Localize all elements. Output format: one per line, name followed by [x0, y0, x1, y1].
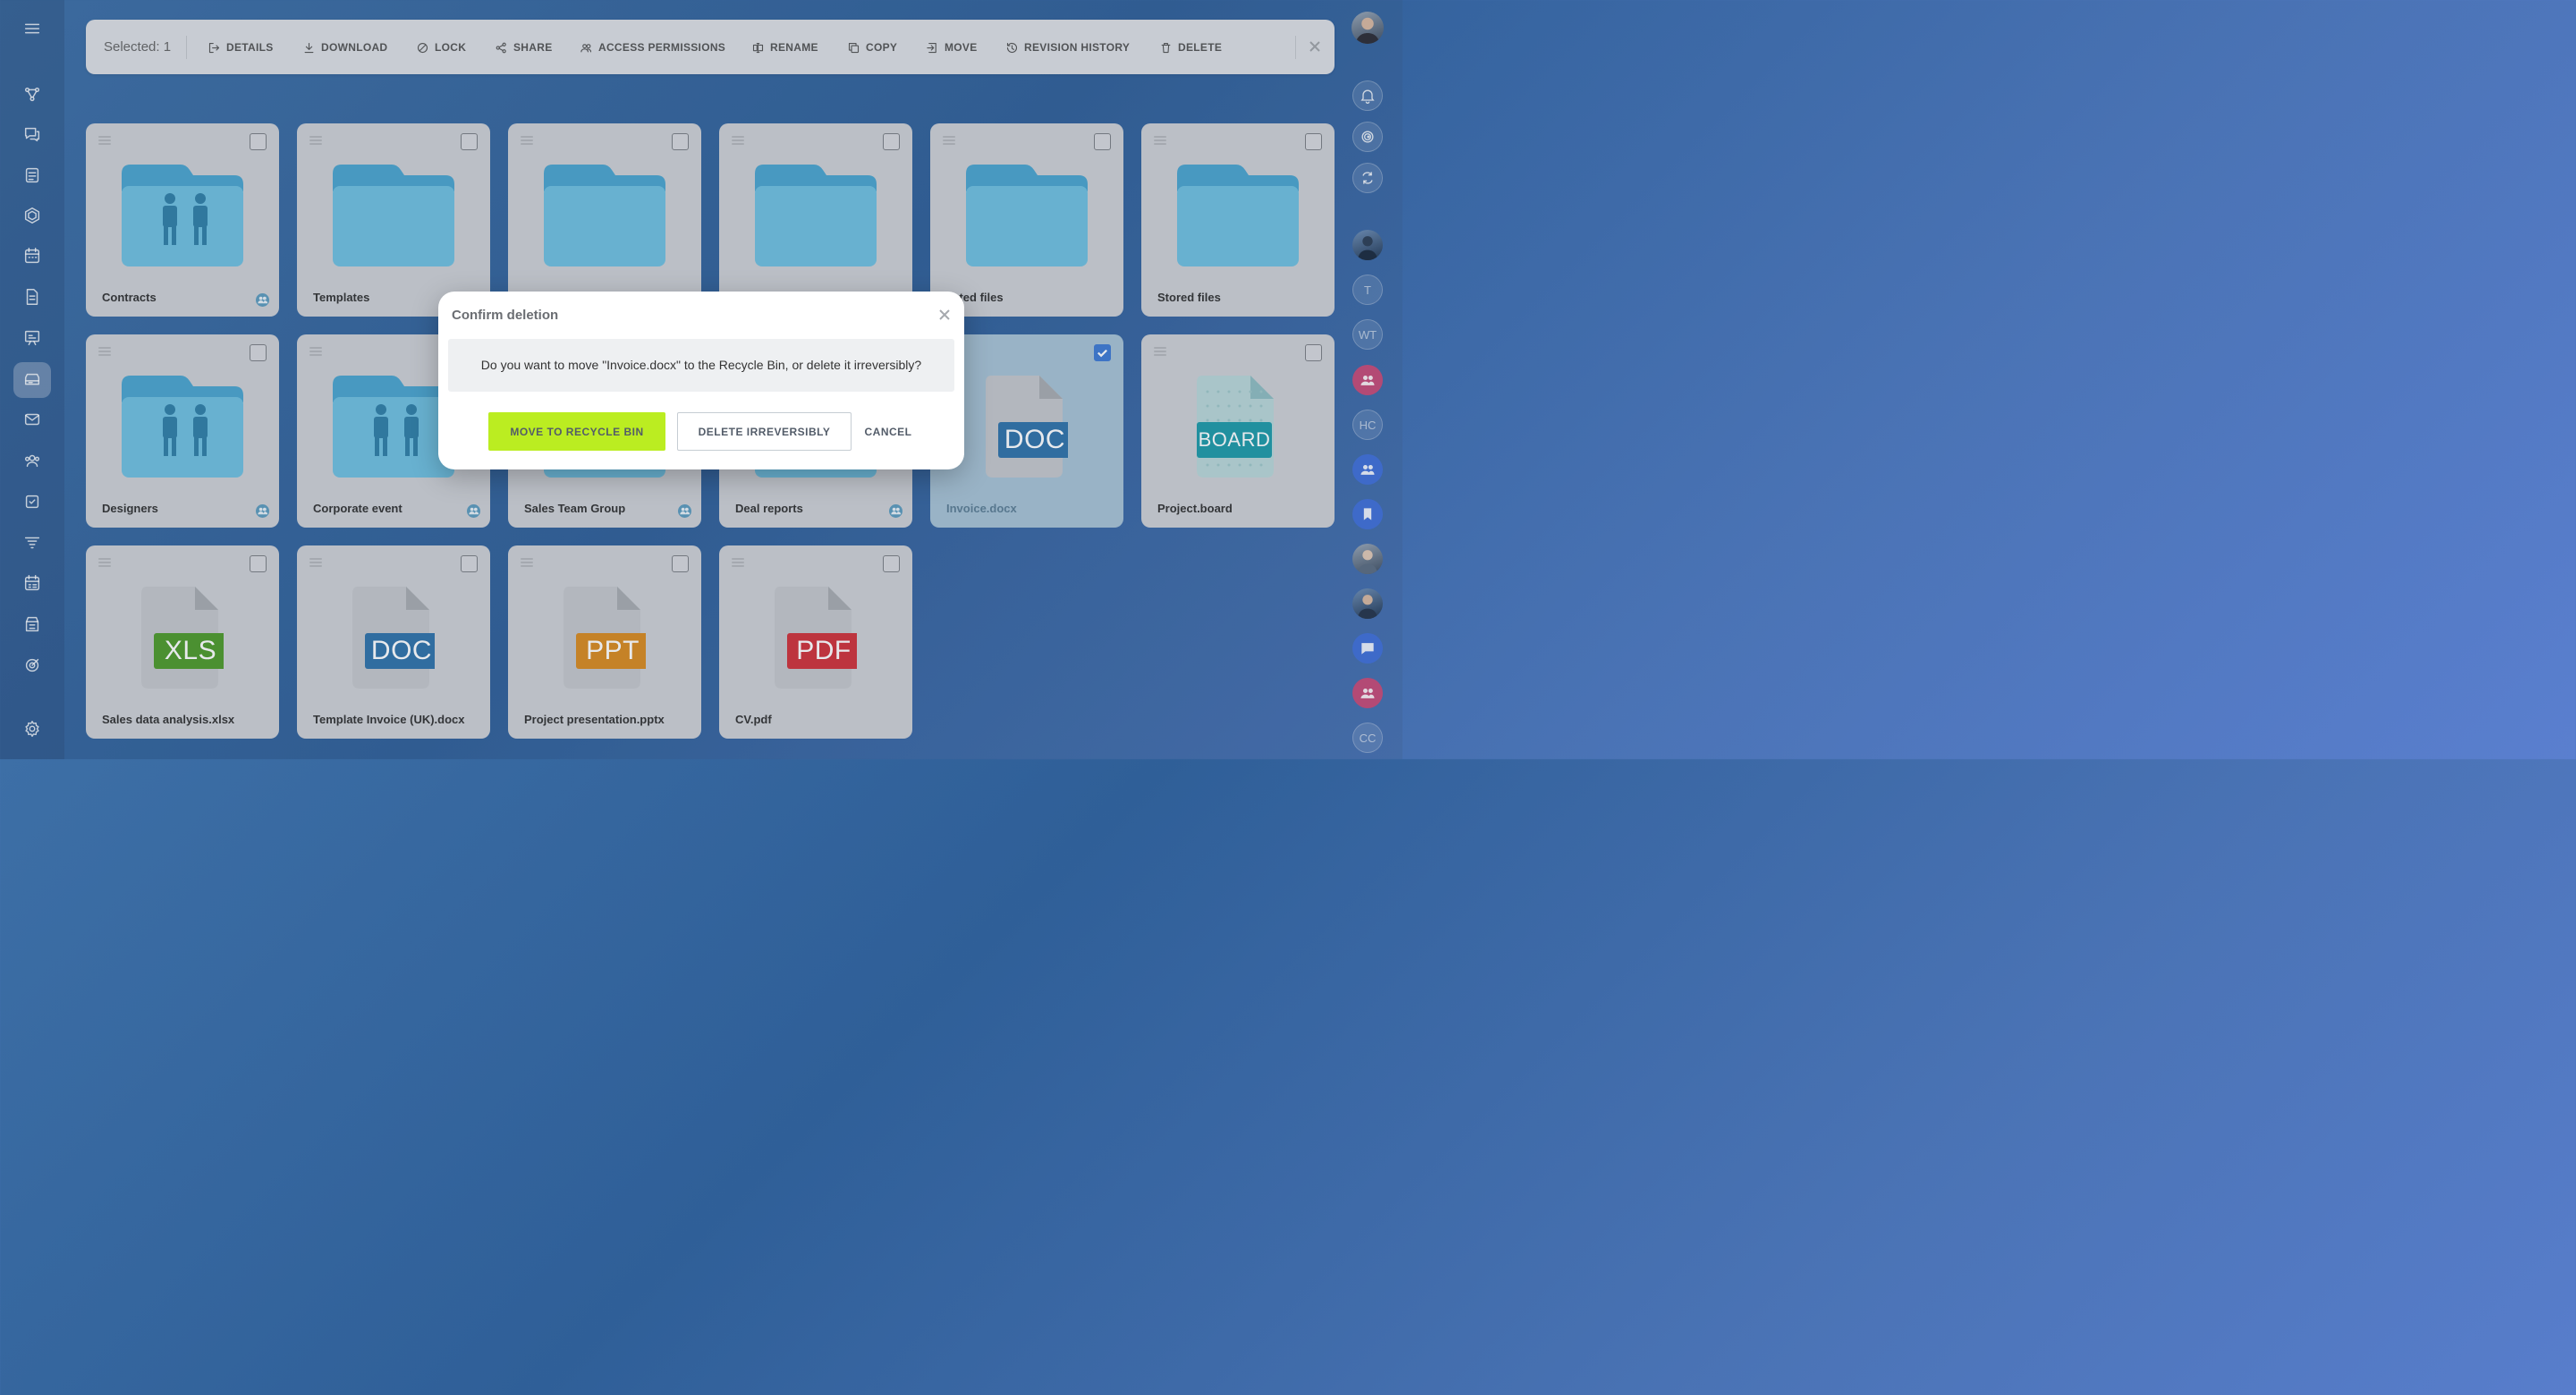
dialog-message-box: Do you want to move "Invoice.docx" to th…: [448, 339, 954, 392]
confirm-deletion-dialog: Confirm deletion Do you want to move "In…: [438, 292, 964, 469]
dialog-title: Confirm deletion: [452, 308, 559, 323]
dialog-message: Do you want to move "Invoice.docx" to th…: [480, 358, 922, 372]
close-icon: [939, 309, 950, 320]
dialog-close-button[interactable]: [938, 309, 951, 321]
move-to-recycle-bin-button[interactable]: MOVE TO RECYCLE BIN: [488, 412, 665, 451]
delete-irreversibly-button[interactable]: DELETE IRREVERSIBLY: [677, 412, 852, 451]
cancel-button[interactable]: CANCEL: [859, 412, 918, 451]
